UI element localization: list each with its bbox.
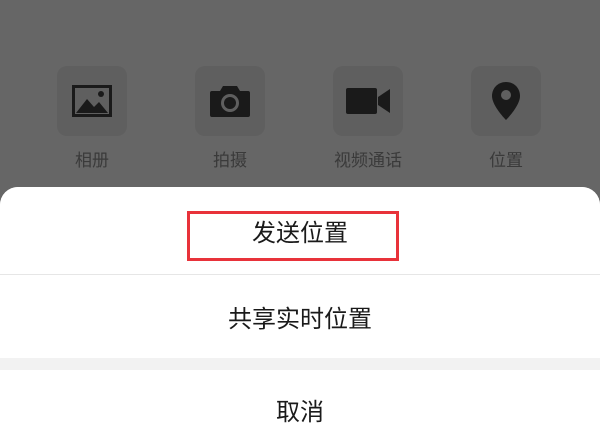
location-tile[interactable] — [471, 66, 541, 136]
camera-tile[interactable] — [195, 66, 265, 136]
video-call-icon — [346, 88, 390, 114]
location-pin-icon — [492, 82, 520, 120]
video-call-tile[interactable] — [333, 66, 403, 136]
camera-label: 拍摄 — [213, 151, 247, 171]
camera-action[interactable]: 拍摄 — [175, 66, 285, 172]
location-action[interactable]: 位置 — [451, 66, 561, 172]
album-tile[interactable] — [57, 66, 127, 136]
album-label: 相册 — [75, 151, 109, 171]
video-call-action[interactable]: 视频通话 — [313, 66, 423, 172]
album-action[interactable]: 相册 — [37, 66, 147, 172]
send-location-button[interactable]: 发送位置 — [0, 187, 600, 274]
sheet-separator — [0, 358, 600, 370]
camera-icon — [210, 86, 250, 117]
cancel-button[interactable]: 取消 — [0, 370, 600, 448]
video-call-label: 视频通话 — [334, 151, 402, 171]
location-label: 位置 — [489, 151, 523, 171]
photo-album-icon — [72, 85, 112, 117]
location-action-sheet: 发送位置 共享实时位置 取消 — [0, 187, 600, 448]
chat-attachment-panel: 相册 拍摄 视频通话 位置 — [0, 0, 600, 190]
share-realtime-location-button[interactable]: 共享实时位置 — [0, 275, 600, 358]
